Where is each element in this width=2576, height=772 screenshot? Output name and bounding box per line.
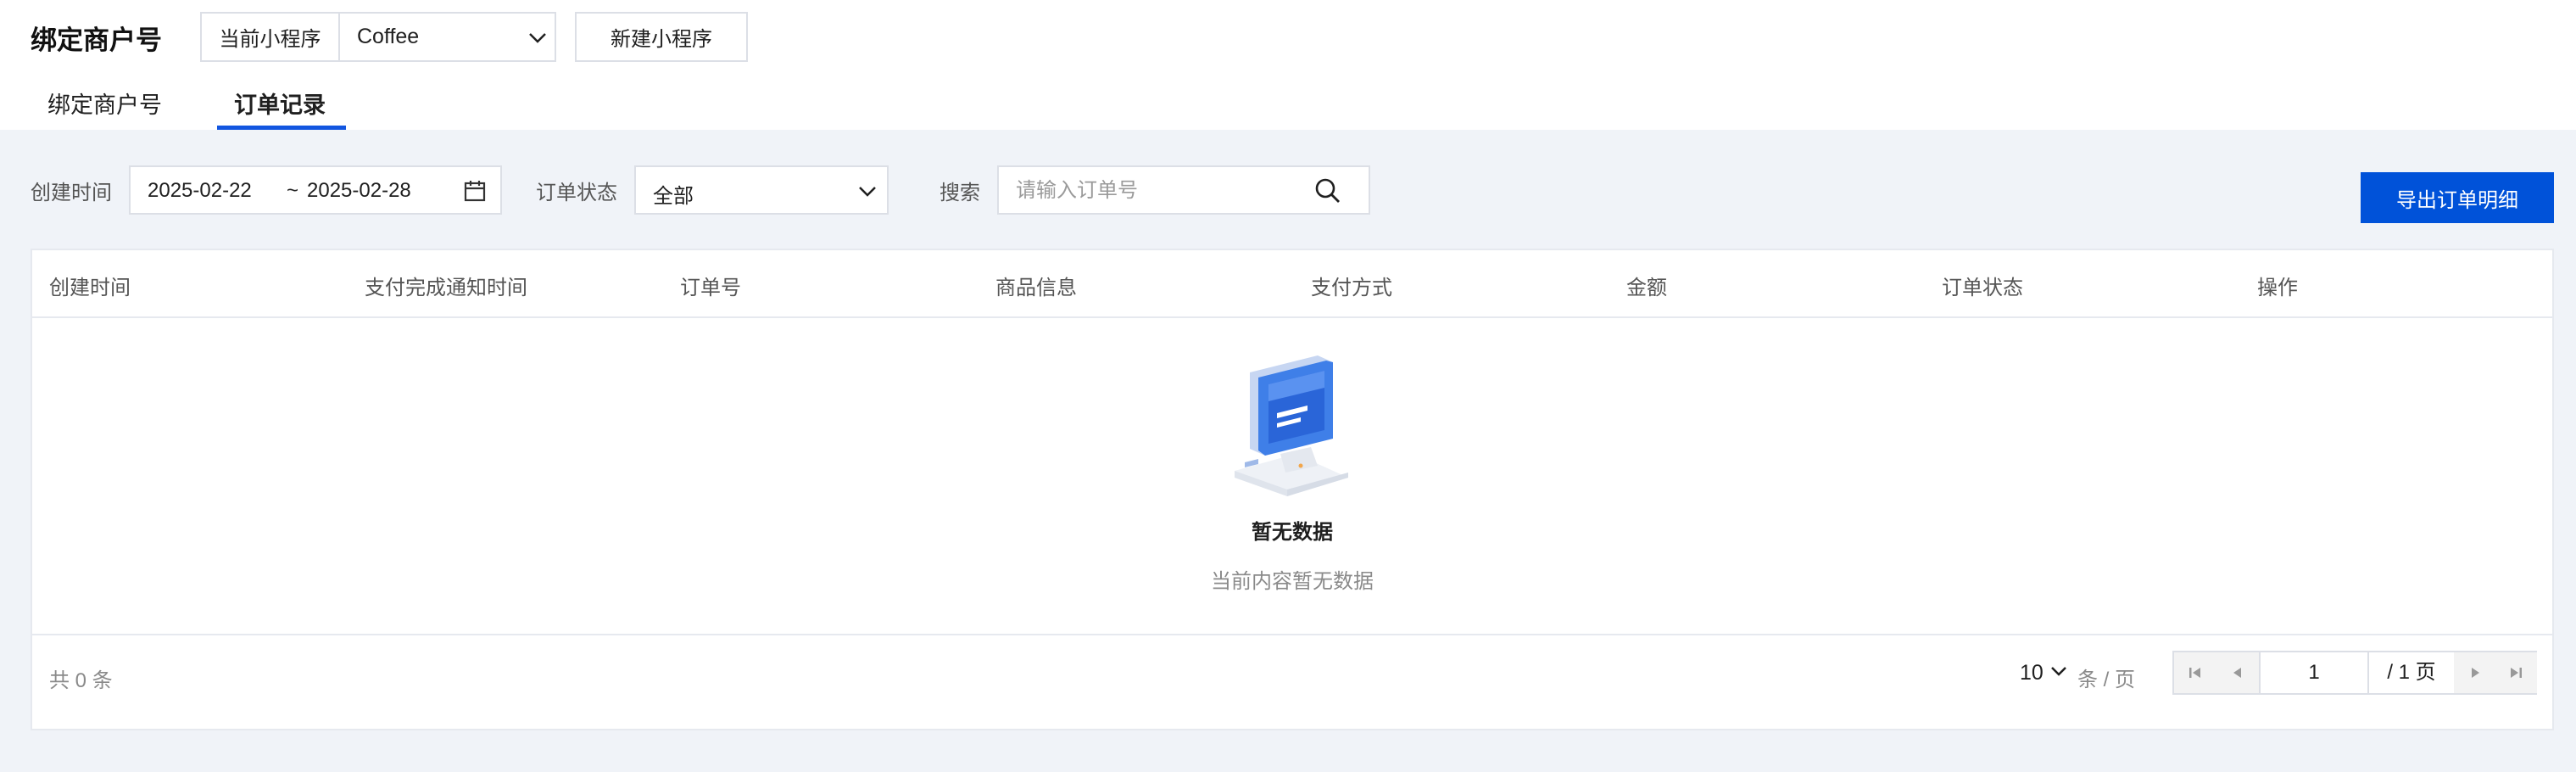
tab-bind-merchant[interactable]: 绑定商户号 xyxy=(47,87,162,120)
first-page-icon xyxy=(2189,668,2200,678)
empty-state-title: 暂无数据 xyxy=(1252,521,1333,544)
empty-computer-illustration xyxy=(1235,355,1348,496)
column-header: 金额 xyxy=(1626,277,1667,299)
next-page-button[interactable] xyxy=(2454,652,2496,693)
column-header: 创建时间 xyxy=(49,277,131,299)
created-time-label: 创建时间 xyxy=(31,182,112,204)
date-end: 2025-02-28 xyxy=(307,179,411,202)
page-title: 绑定商户号 xyxy=(31,25,162,55)
export-orders-button[interactable]: 导出订单明细 xyxy=(2361,172,2554,223)
page-size-select[interactable]: 10 xyxy=(2020,661,2066,685)
column-header: 操作 xyxy=(2257,277,2298,299)
prev-page-icon xyxy=(2233,668,2241,678)
search-label: 搜索 xyxy=(940,182,980,204)
new-app-button[interactable]: 新建小程序 xyxy=(575,12,748,62)
pagination-control: 1 / 1 页 xyxy=(2172,651,2537,695)
last-page-button[interactable] xyxy=(2495,652,2537,693)
column-header: 支付完成通知时间 xyxy=(365,277,527,299)
total-pages: / 1 页 xyxy=(2387,661,2436,684)
column-header: 订单状态 xyxy=(1942,277,2023,299)
column-header: 商品信息 xyxy=(995,277,1077,299)
per-page-label: 条 / 页 xyxy=(2077,669,2136,691)
date-separator: ~ xyxy=(287,179,299,202)
search-icon[interactable] xyxy=(1314,177,1341,204)
order-status-value: 全部 xyxy=(653,185,694,208)
app-selector-label: 当前小程序 xyxy=(202,14,340,60)
app-selector-value[interactable]: Coffee xyxy=(340,14,555,60)
chevron-down-icon xyxy=(529,33,546,43)
column-header: 支付方式 xyxy=(1311,277,1392,299)
column-header: 订单号 xyxy=(680,277,741,299)
date-start: 2025-02-22 xyxy=(148,179,252,202)
app-selector[interactable]: 当前小程序 Coffee xyxy=(200,12,556,62)
chevron-down-icon xyxy=(859,187,876,197)
calendar-icon[interactable] xyxy=(463,179,487,203)
last-page-icon xyxy=(2511,668,2522,678)
app-selector-value-text: Coffee xyxy=(357,25,420,48)
header: 绑定商户号 当前小程序 Coffee 新建小程序 绑定商户号 订单记录 xyxy=(0,0,2576,130)
chevron-down-icon xyxy=(2051,667,2066,676)
table-header: 创建时间 支付完成通知时间 订单号 商品信息 支付方式 金额 订单状态 操作 xyxy=(32,250,2552,318)
first-page-button[interactable] xyxy=(2174,652,2216,693)
date-range-picker[interactable]: 2025-02-22 ~ 2025-02-28 xyxy=(129,165,502,215)
next-page-icon xyxy=(2472,668,2479,678)
divider xyxy=(32,634,2552,635)
prev-page-button[interactable] xyxy=(2216,652,2259,693)
active-tab-indicator xyxy=(217,126,346,130)
order-status-label: 订单状态 xyxy=(536,182,617,204)
search-box[interactable] xyxy=(997,165,1370,215)
page-size-value: 10 xyxy=(2020,661,2044,685)
total-count: 共 0 条 xyxy=(49,669,113,692)
empty-state-description: 当前内容暂无数据 xyxy=(1211,570,1374,593)
orders-table-card: 创建时间 支付完成通知时间 订单号 商品信息 支付方式 金额 订单状态 操作 暂… xyxy=(31,249,2554,730)
order-status-select[interactable]: 全部 xyxy=(634,165,889,215)
search-input[interactable] xyxy=(1016,176,1304,206)
tab-order-records[interactable]: 订单记录 xyxy=(234,87,326,120)
current-page-input[interactable]: 1 xyxy=(2259,652,2369,693)
